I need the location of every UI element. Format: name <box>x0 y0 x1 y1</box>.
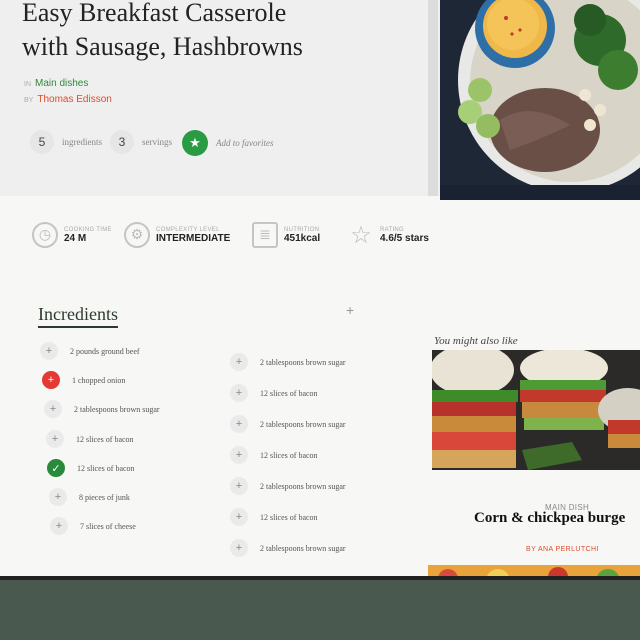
ingredient-item[interactable]: + 12 slices of bacon <box>230 446 318 464</box>
ingredients-count-pill: 5 ingredients <box>30 130 102 154</box>
plus-icon[interactable]: + <box>44 400 62 418</box>
plus-icon[interactable]: + <box>230 539 248 557</box>
stat-label: Nutrition <box>284 226 320 233</box>
ingredient-text: 12 slices of bacon <box>76 434 134 444</box>
stat-rating-text: Rating 4.6/5 stars <box>380 227 429 244</box>
ingredient-item[interactable]: + 12 slices of bacon <box>230 508 318 526</box>
ingredient-text: 7 slices of cheese <box>80 521 136 531</box>
plus-icon[interactable]: + <box>230 446 248 464</box>
stat-value: INTERMEDIATE <box>156 232 231 244</box>
star-outline-icon: ☆ <box>350 222 372 249</box>
plus-icon[interactable]: + <box>49 488 67 506</box>
monitor-bezel <box>0 580 640 640</box>
stat-cooking-time-text: Cooking time 24 M <box>64 227 112 244</box>
burger-photo <box>432 350 640 486</box>
stat-label: Complexity level <box>156 226 220 233</box>
stat-complexity: ⚙ Complexity level INTERMEDIATE <box>124 222 230 248</box>
ingredient-text: 12 slices of bacon <box>260 450 318 460</box>
stat-value: 4.6/5 stars <box>380 232 429 244</box>
ingredient-item[interactable]: + 12 slices of bacon <box>230 384 318 402</box>
stat-value: 451kcal <box>284 232 321 244</box>
nutrition-icon: ≣ <box>252 222 278 248</box>
ingredient-text: 2 tablespoons brown sugar <box>260 419 346 429</box>
ingredient-text: 12 slices of bacon <box>260 512 318 522</box>
ingredient-item[interactable]: + 2 tablespoons brown sugar <box>230 415 346 433</box>
recipe-photo-bowl <box>440 0 640 200</box>
plus-icon[interactable]: + <box>230 353 248 371</box>
ingredients-count: 5 <box>30 130 54 154</box>
ingredient-text: 12 slices of bacon <box>260 388 318 398</box>
stat-cooking-time: ◷ Cooking time 24 M <box>32 222 112 248</box>
suggestion-photo[interactable] <box>432 350 640 486</box>
plus-icon[interactable]: + <box>230 508 248 526</box>
recipe-title: Easy Breakfast Casserole with Sausage, H… <box>22 0 422 64</box>
category-prefix: in <box>24 81 31 88</box>
recipe-title-line1: Easy Breakfast Casserole <box>22 0 287 27</box>
suggestions-heading: You might also like <box>434 335 518 347</box>
stat-nutrition: ≣ Nutrition 451kcal <box>252 222 320 248</box>
ingredient-item[interactable]: + 7 slices of cheese <box>50 517 136 535</box>
stat-complexity-text: Complexity level INTERMEDIATE <box>156 227 230 244</box>
header-divider <box>428 0 438 196</box>
suggestion-title[interactable]: Corn & chickpea burge <box>474 510 625 527</box>
check-icon[interactable]: ✓ <box>47 459 65 477</box>
favorites-label: Add to favorites <box>216 138 274 148</box>
clock-icon: ◷ <box>32 222 58 248</box>
stat-nutrition-text: Nutrition 451kcal <box>284 227 320 244</box>
ingredient-item[interactable]: + 1 chopped onion <box>42 371 125 389</box>
ingredient-item[interactable]: + 2 tablespoons brown sugar <box>230 539 346 557</box>
ingredient-item[interactable]: + 2 tablespoons brown sugar <box>230 477 346 495</box>
author-link[interactable]: Thomas Edisson <box>37 94 111 105</box>
ingredient-text: 8 pieces of junk <box>79 492 130 502</box>
recipe-author[interactable]: by Thomas Edisson <box>24 94 112 105</box>
author-prefix: by <box>24 97 34 104</box>
servings-count: 3 <box>110 130 134 154</box>
plus-icon[interactable]: + <box>50 517 68 535</box>
ingredient-item[interactable]: + 8 pieces of junk <box>49 488 130 506</box>
plus-icon[interactable]: + <box>40 342 58 360</box>
ingredient-text: 2 pounds ground beef <box>70 346 140 356</box>
ingredients-heading: Incredients <box>38 304 118 328</box>
ingredient-item[interactable]: ✓ 12 slices of bacon <box>47 459 135 477</box>
recipe-category[interactable]: in Main dishes <box>24 78 88 89</box>
ingredient-text: 2 tablespoons brown sugar <box>260 481 346 491</box>
star-icon: ★ <box>182 130 208 156</box>
plus-icon[interactable]: + <box>230 477 248 495</box>
ingredient-item[interactable]: + 2 pounds ground beef <box>40 342 140 360</box>
ingredient-item[interactable]: + 12 slices of bacon <box>46 430 134 448</box>
plus-icon[interactable]: + <box>230 384 248 402</box>
recipe-title-line2: with Sausage, Hashbrowns <box>22 32 303 61</box>
ingredient-text: 12 slices of bacon <box>77 463 135 473</box>
ingredient-text: 2 tablespoons brown sugar <box>74 404 160 414</box>
ingredient-text: 2 tablespoons brown sugar <box>260 543 346 553</box>
gears-icon: ⚙ <box>124 222 150 248</box>
plus-icon[interactable]: + <box>46 430 64 448</box>
stat-value: 24 M <box>64 232 87 244</box>
recipe-photo <box>440 0 640 200</box>
ingredient-text: 1 chopped onion <box>72 375 126 385</box>
category-link[interactable]: Main dishes <box>35 78 88 89</box>
plus-icon[interactable]: + <box>230 415 248 433</box>
ingredient-text: 2 tablespoons brown sugar <box>260 357 346 367</box>
servings-pill: 3 servings <box>110 130 172 154</box>
plus-icon[interactable]: + <box>42 371 60 389</box>
suggestion-author[interactable]: BY ANA PERLUTCHI <box>526 546 599 553</box>
stat-label: Cooking time <box>64 226 112 233</box>
servings-label: servings <box>142 137 172 147</box>
stat-rating: ☆ Rating 4.6/5 stars <box>348 222 429 249</box>
ingredients-count-label: ingredients <box>62 137 102 147</box>
add-to-favorites-button[interactable]: ★ Add to favorites <box>182 130 274 156</box>
ingredient-item[interactable]: + 2 tablespoons brown sugar <box>44 400 160 418</box>
ingredient-item[interactable]: + 2 tablespoons brown sugar <box>230 353 346 371</box>
recipe-page: Easy Breakfast Casserole with Sausage, H… <box>0 0 640 580</box>
add-ingredient-icon[interactable]: + <box>346 302 354 318</box>
